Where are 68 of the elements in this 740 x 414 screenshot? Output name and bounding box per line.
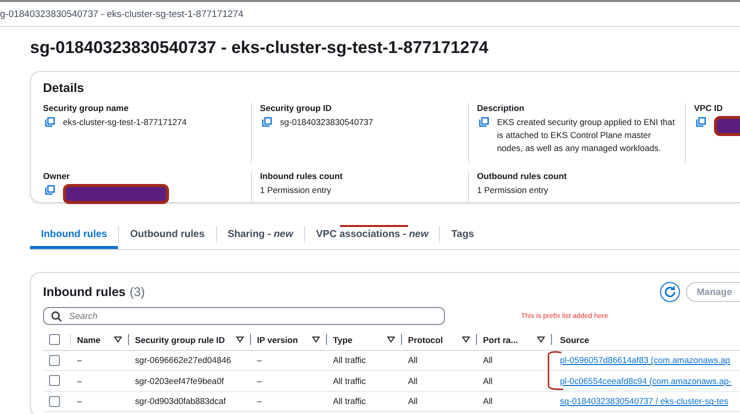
field-value: sg-01840323830540737 [280, 116, 374, 129]
table-cell: sgr-0203eef47fe9bea0f [135, 376, 224, 386]
checkbox[interactable] [49, 375, 60, 386]
column-header[interactable]: Source [560, 334, 590, 345]
sort-icon[interactable] [236, 336, 244, 344]
table-cell: All traffic [333, 376, 366, 386]
table-cell: – [257, 396, 262, 406]
field-label: Inbound rules count [260, 171, 344, 181]
column-header[interactable]: Protocol [408, 334, 443, 345]
table-cell: All [483, 376, 493, 386]
sort-icon[interactable] [387, 336, 395, 344]
sort-icon[interactable] [537, 336, 545, 344]
column-header[interactable]: Security group rule ID [135, 334, 225, 345]
breadcrumb-text: g-01840323830540737 - eks-cluster-sg-test-1-877171274 [0, 8, 244, 20]
copy-icon[interactable] [696, 117, 706, 127]
panel-heading: Inbound rules [43, 285, 126, 299]
sort-icon[interactable] [114, 336, 122, 344]
tab[interactable]: Sharing - new [216, 219, 304, 249]
field-label: Outbound rules count [477, 171, 568, 181]
source-link[interactable]: pl-0c06554ceeafd8c94 (com.amazonaws.ap- [560, 376, 732, 386]
field-label: VPC ID [694, 103, 724, 113]
table-cell: All [408, 396, 418, 406]
tab[interactable]: Inbound rules [30, 219, 118, 249]
column-header[interactable]: Port ra... [483, 334, 518, 345]
table-cell: – [77, 376, 82, 386]
field-value: EKS created security group applied to ENI that is attached to EKS Control Plane master nodes, as well as any managed workloads. [497, 116, 676, 155]
copy-icon[interactable] [262, 117, 272, 127]
checkbox[interactable] [49, 396, 60, 407]
source-link[interactable]: pl-0596057d86614af83 (com.amazonaws.ap [560, 355, 730, 366]
page-title: sg-01840323830540737 - eks-cluster-sg-test-1-877171274 [30, 37, 490, 59]
table-cell: – [77, 396, 82, 406]
table-cell: All [483, 396, 493, 406]
checkbox[interactable] [49, 334, 60, 346]
field-label: Description [477, 103, 526, 113]
copy-icon[interactable] [45, 185, 55, 195]
field-label: Security group ID [260, 103, 333, 113]
tab[interactable]: VPC associations - new [305, 219, 440, 249]
field-value: 1 Permission entry [260, 184, 332, 197]
sort-icon[interactable] [462, 336, 470, 344]
panel-heading: Details [43, 81, 85, 95]
field-value: eks-cluster-sg-test-1-877171274 [63, 116, 187, 129]
copy-icon[interactable] [45, 117, 55, 127]
table-cell: – [257, 376, 262, 386]
source-link[interactable]: sg-01840323830540737 / eks-cluster-sg-tes [560, 396, 728, 406]
column-header[interactable]: Name [77, 334, 100, 345]
tab[interactable]: Tags [440, 219, 486, 249]
column-header[interactable]: Type [333, 334, 352, 345]
strike-mark [340, 225, 408, 227]
column-header[interactable]: IP version [257, 334, 298, 345]
table-cell: All [408, 376, 418, 386]
checkbox[interactable] [49, 354, 60, 366]
tab[interactable]: Outbound rules [119, 219, 216, 249]
table-cell: sgr-0d903d0fab883dcaf [135, 396, 226, 406]
copy-icon[interactable] [479, 117, 489, 127]
rule-count: (3) [130, 285, 145, 299]
field-label: Security group name [43, 103, 130, 113]
table-cell: All traffic [333, 355, 366, 366]
sort-icon[interactable] [312, 336, 320, 344]
field-value: 1 Permission entry [477, 184, 548, 197]
field-label: Owner [43, 171, 71, 181]
table-cell: – [77, 355, 82, 366]
table-cell: All [483, 355, 493, 366]
table-cell: sgr-0696662e27ed04846 [135, 355, 232, 366]
search-icon [51, 311, 62, 322]
table-cell: All traffic [333, 396, 366, 406]
search-field[interactable]: Search [43, 307, 445, 325]
table-cell: – [257, 355, 262, 366]
table-cell: All [408, 355, 418, 366]
